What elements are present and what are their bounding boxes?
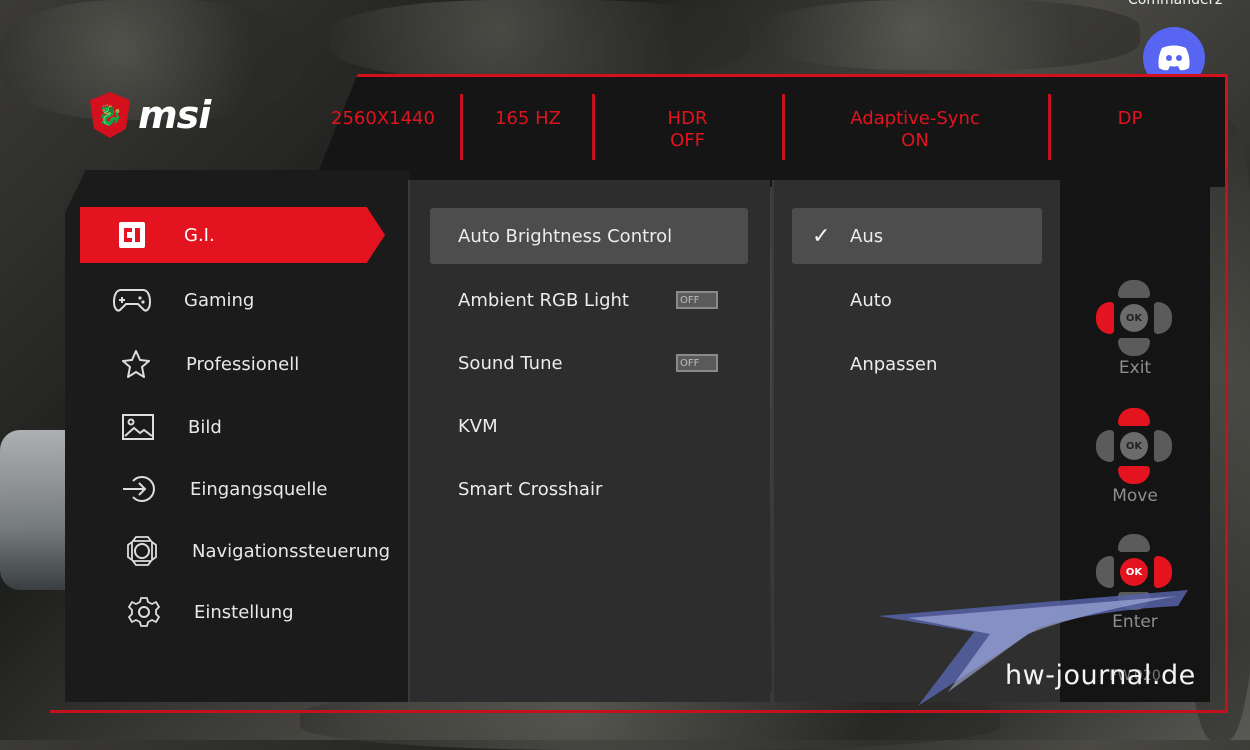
exit-joystick-icon: OK bbox=[1096, 280, 1172, 356]
menu-item-bild[interactable]: Bild bbox=[80, 399, 222, 455]
menu-item-label: Professionell bbox=[186, 353, 300, 375]
ok-label: OK bbox=[1120, 432, 1148, 460]
gamepad-icon bbox=[112, 280, 152, 320]
menu-item-label: Eingangsquelle bbox=[190, 478, 328, 500]
option-auto-brightness-control[interactable]: Auto Brightness Control bbox=[430, 208, 748, 264]
exit-label: Exit bbox=[1118, 358, 1152, 378]
watermark-text: hw-journal.de bbox=[1005, 660, 1196, 691]
header-divider bbox=[1048, 94, 1051, 160]
menu-item-label: Einstellung bbox=[194, 601, 294, 623]
move-joystick-icon: OK bbox=[1096, 408, 1172, 484]
option-label: Auto Brightness Control bbox=[458, 225, 673, 247]
navigation-icon bbox=[122, 531, 162, 571]
menu-item-gaming[interactable]: Gaming bbox=[80, 272, 254, 328]
value-label: Anpassen bbox=[850, 353, 938, 375]
menu-item-navigationssteuerung[interactable]: Navigationssteuerung bbox=[80, 523, 390, 579]
spec-adaptive-sync: Adaptive-Sync ON bbox=[850, 108, 980, 151]
menu-item-label: Gaming bbox=[184, 289, 255, 311]
osd-header bbox=[312, 74, 1228, 187]
value-label: Aus bbox=[850, 225, 884, 247]
menu-item-label: Navigationssteuerung bbox=[192, 540, 391, 562]
star-icon bbox=[116, 344, 156, 384]
menu-item-professionell[interactable]: Professionell bbox=[80, 336, 299, 392]
value-label: Auto bbox=[850, 289, 892, 311]
spec-refresh-rate: 165 HZ bbox=[495, 108, 561, 129]
option-label: Sound Tune bbox=[458, 352, 563, 374]
header-divider bbox=[782, 94, 785, 160]
input-source-icon bbox=[120, 469, 160, 509]
header-divider bbox=[460, 94, 463, 160]
ok-label: OK bbox=[1120, 558, 1148, 586]
gear-icon bbox=[124, 592, 164, 632]
option-label: KVM bbox=[458, 415, 498, 437]
spec-resolution: 2560X1440 bbox=[331, 108, 435, 129]
option-smart-crosshair[interactable]: Smart Crosshair bbox=[430, 461, 748, 517]
ambient-rgb-toggle[interactable]: OFF bbox=[676, 291, 718, 309]
image-icon bbox=[118, 407, 158, 447]
value-anpassen[interactable]: Anpassen bbox=[792, 336, 1042, 392]
option-sound-tune[interactable]: Sound Tune OFF bbox=[430, 335, 748, 391]
option-label: Ambient RGB Light bbox=[458, 289, 629, 311]
menu-item-label: Bild bbox=[188, 416, 222, 438]
option-ambient-rgb-light[interactable]: Ambient RGB Light OFF bbox=[430, 272, 748, 328]
checkmark-icon: ✓ bbox=[812, 223, 831, 249]
menu-item-eingangsquelle[interactable]: Eingangsquelle bbox=[80, 461, 327, 517]
brand-name: msi bbox=[138, 93, 211, 137]
move-label: Move bbox=[1112, 486, 1158, 506]
menu-item-gi[interactable]: G.I. bbox=[80, 207, 385, 263]
option-kvm[interactable]: KVM bbox=[430, 398, 748, 454]
value-auto[interactable]: Auto bbox=[792, 272, 1042, 328]
menu-item-label: G.I. bbox=[184, 224, 215, 246]
gi-icon bbox=[112, 215, 152, 255]
background-rock bbox=[330, 0, 750, 80]
menu-item-einstellung[interactable]: Einstellung bbox=[80, 584, 294, 640]
header-divider bbox=[592, 94, 595, 160]
dragon-shield-icon: 🐉 bbox=[90, 92, 130, 138]
spec-input: DP bbox=[1117, 108, 1143, 129]
option-label: Smart Crosshair bbox=[458, 478, 603, 500]
sound-tune-toggle[interactable]: OFF bbox=[676, 354, 718, 372]
msi-logo: 🐉 msi bbox=[90, 92, 211, 138]
value-aus[interactable]: ✓ Aus bbox=[792, 208, 1042, 264]
submenu-panel: Auto Brightness Control Ambient RGB Ligh… bbox=[408, 180, 770, 702]
ok-label: OK bbox=[1120, 304, 1148, 332]
spec-hdr: HDR OFF bbox=[667, 108, 708, 151]
corner-text: Commander2 bbox=[1128, 0, 1224, 8]
background-rock bbox=[760, 0, 1140, 70]
